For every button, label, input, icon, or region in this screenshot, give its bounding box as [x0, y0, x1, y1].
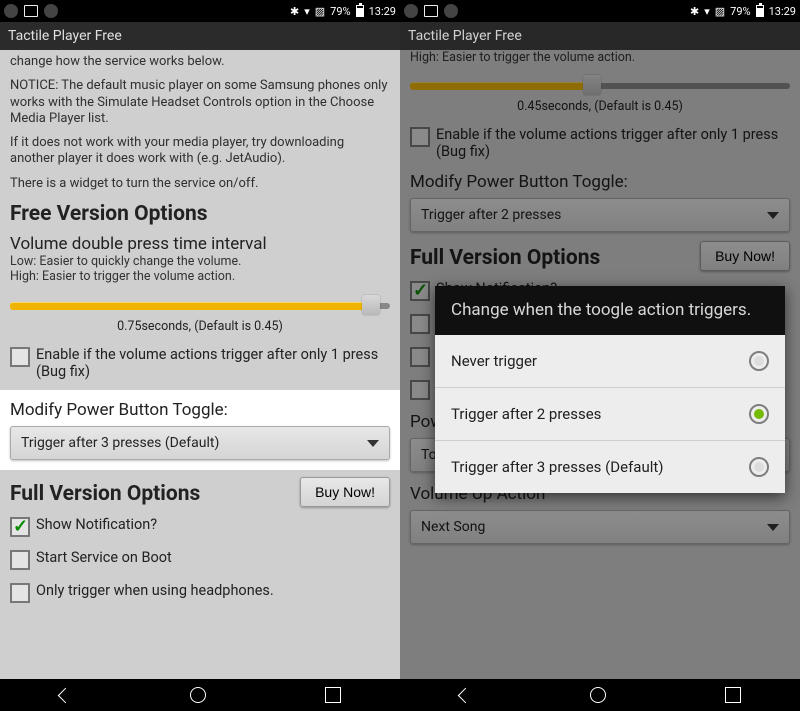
dialog-option-label: Trigger after 2 presses — [451, 405, 601, 423]
image-icon — [24, 5, 38, 17]
show-notif-row[interactable]: Show Notification? — [0, 510, 400, 543]
app-titlebar: Tactile Player Free — [0, 22, 400, 50]
battery-icon — [756, 5, 764, 17]
dialog-option-label: Trigger after 3 presses (Default) — [451, 458, 664, 476]
battery-percent: 79% — [330, 5, 350, 18]
intro-text-1: change how the service works below. — [0, 50, 400, 74]
nav-recent-icon[interactable] — [725, 687, 741, 703]
battery-icon — [356, 5, 364, 17]
nav-back-icon[interactable] — [457, 687, 473, 703]
headphones-row[interactable]: Only trigger when using headphones. — [0, 576, 400, 609]
nav-recent-icon[interactable] — [325, 687, 341, 703]
show-notif-checkbox[interactable] — [10, 517, 30, 537]
start-boot-label: Start Service on Boot — [36, 549, 172, 566]
bugfix-checkbox[interactable] — [10, 347, 30, 367]
intro-text-2: If it does not work with your media play… — [0, 131, 400, 172]
clock: 13:29 — [769, 5, 796, 18]
headphones-checkbox[interactable] — [10, 583, 30, 603]
intro-text-3: There is a widget to turn the service on… — [0, 172, 400, 196]
power-toggle-dropdown[interactable]: Trigger after 3 presses (Default) — [10, 426, 390, 460]
power-toggle-block: Modify Power Button Toggle: Trigger afte… — [0, 390, 400, 470]
vol-hint-low: Low: Easier to quickly change the volume… — [10, 254, 390, 270]
content-scroll[interactable]: change how the service works below. NOTI… — [0, 50, 400, 679]
show-notif-label: Show Notification? — [36, 516, 157, 533]
chevron-down-icon — [367, 440, 379, 447]
free-version-heading: Free Version Options — [0, 196, 400, 228]
app-titlebar: Tactile Player Free — [400, 22, 800, 50]
clock: 13:29 — [369, 5, 396, 18]
navbar — [0, 679, 400, 711]
radio-icon — [749, 351, 769, 371]
statusbar: ✱ ▾ ▨ 79% 13:29 — [400, 0, 800, 22]
navbar — [400, 679, 800, 711]
music-icon — [404, 4, 418, 18]
wifi-icon: ▾ — [704, 5, 710, 18]
slider-caption: 0.75seconds, (Default is 0.45) — [0, 315, 400, 340]
dialog-option-label: Never trigger — [451, 352, 537, 370]
music-icon — [4, 4, 18, 18]
app-icon — [44, 4, 58, 18]
dialog-option-3presses[interactable]: Trigger after 3 presses (Default) — [435, 441, 785, 493]
dialog-option-2presses[interactable]: Trigger after 2 presses — [435, 388, 785, 441]
full-version-heading: Full Version Options — [10, 476, 210, 508]
bugfix-label: Enable if the volume actions trigger aft… — [36, 346, 390, 380]
bluetooth-icon: ✱ — [690, 5, 699, 18]
left-screenshot: ✱ ▾ ▨ 79% 13:29 Tactile Player Free chan… — [0, 0, 400, 711]
statusbar: ✱ ▾ ▨ 79% 13:29 — [0, 0, 400, 22]
toggle-action-dialog: Change when the toogle action triggers. … — [435, 286, 785, 493]
vol-hint-high: High: Easier to trigger the volume actio… — [10, 269, 390, 285]
radio-icon — [749, 457, 769, 477]
battery-percent: 79% — [730, 5, 750, 18]
app-title: Tactile Player Free — [8, 28, 122, 44]
right-screenshot: ✱ ▾ ▨ 79% 13:29 Tactile Player Free Low:… — [400, 0, 800, 711]
app-title: Tactile Player Free — [408, 28, 522, 44]
no-sim-icon: ▨ — [315, 5, 325, 18]
dialog-title: Change when the toogle action triggers. — [435, 286, 785, 335]
buy-now-button[interactable]: Buy Now! — [300, 477, 390, 507]
no-sim-icon: ▨ — [715, 5, 725, 18]
power-toggle-label: Modify Power Button Toggle: — [10, 394, 390, 420]
headphones-label: Only trigger when using headphones. — [36, 582, 274, 599]
radio-icon — [749, 404, 769, 424]
app-icon — [444, 4, 458, 18]
start-boot-checkbox[interactable] — [10, 550, 30, 570]
notice-text: NOTICE: The default music player on some… — [0, 74, 400, 131]
nav-home-icon[interactable] — [190, 687, 206, 703]
wifi-icon: ▾ — [304, 5, 310, 18]
content-scroll[interactable]: Low: Easier to quickly change the volume… — [400, 50, 800, 679]
bugfix-checkbox-row[interactable]: Enable if the volume actions trigger aft… — [0, 340, 400, 386]
image-icon — [424, 5, 438, 17]
volume-interval-slider[interactable] — [10, 295, 390, 315]
nav-home-icon[interactable] — [590, 687, 606, 703]
start-boot-row[interactable]: Start Service on Boot — [0, 543, 400, 576]
dialog-option-never[interactable]: Never trigger — [435, 335, 785, 388]
power-toggle-value: Trigger after 3 presses (Default) — [21, 435, 219, 451]
bluetooth-icon: ✱ — [290, 5, 299, 18]
vol-interval-label: Volume double press time interval — [0, 228, 400, 254]
nav-back-icon[interactable] — [57, 687, 73, 703]
